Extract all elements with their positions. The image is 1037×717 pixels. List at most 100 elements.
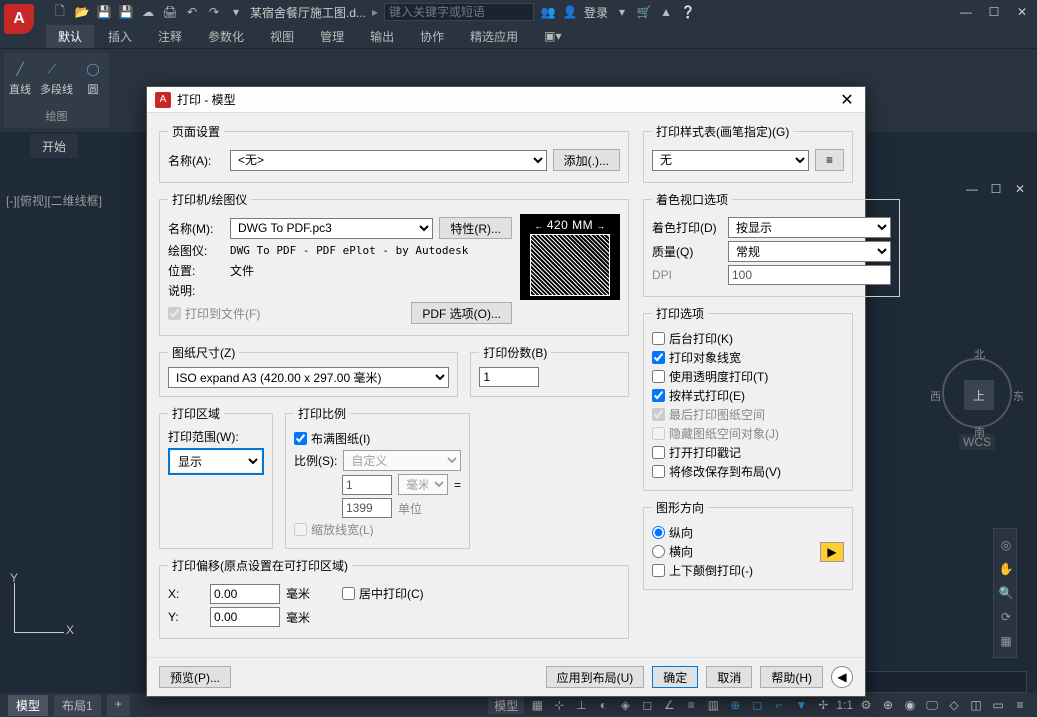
status-clean-icon[interactable]: ▭	[989, 696, 1007, 714]
save-icon[interactable]: 💾	[96, 4, 112, 20]
close-button[interactable]: ✕	[1013, 3, 1031, 21]
viewcube-north[interactable]: 北	[974, 346, 985, 362]
layout-tab-layout1[interactable]: 布局1	[54, 695, 101, 716]
xref-icon[interactable]: 👥	[540, 4, 556, 20]
preview-button[interactable]: 预览(P)...	[159, 666, 231, 688]
layout-tab-add[interactable]: +	[107, 695, 130, 716]
copies-input[interactable]	[479, 367, 539, 387]
status-gear-icon[interactable]: ⚙	[857, 696, 875, 714]
status-cycle-icon[interactable]: ⊕	[726, 696, 744, 714]
status-hw-icon[interactable]: ◇	[945, 696, 963, 714]
redo-icon[interactable]: ↷	[206, 4, 222, 20]
status-annoscale-icon[interactable]: ⊕	[879, 696, 897, 714]
style-edit-button[interactable]: ≡	[815, 149, 844, 171]
paper-size-select[interactable]: ISO expand A3 (420.00 x 297.00 毫米)	[168, 367, 449, 388]
printer-props-button[interactable]: 特性(R)...	[439, 217, 512, 239]
cloud-icon[interactable]: ☁	[140, 4, 156, 20]
viewcube-top[interactable]: 上	[964, 380, 994, 410]
page-add-button[interactable]: 添加(.)...	[553, 149, 620, 171]
tab-featured[interactable]: 精选应用	[458, 25, 530, 48]
apply-layout-button[interactable]: 应用到布局(U)	[546, 666, 645, 688]
center-plot-check[interactable]: 居中打印(C)	[342, 585, 424, 602]
status-grid-icon[interactable]: ▦	[528, 696, 546, 714]
help-icon[interactable]: ❔	[680, 4, 696, 20]
status-ortho-icon[interactable]: ⊥	[572, 696, 590, 714]
collapse-button[interactable]: ◀	[831, 666, 853, 688]
status-model-button[interactable]: 模型	[488, 696, 524, 714]
login-link[interactable]: 登录	[584, 4, 608, 21]
tab-insert[interactable]: 插入	[96, 25, 144, 48]
status-scale-label[interactable]: 1:1	[836, 698, 853, 712]
search-input[interactable]	[384, 3, 534, 21]
doc-close-button[interactable]: ✕	[1011, 180, 1029, 198]
shade-select[interactable]: 按显示	[728, 217, 891, 238]
viewcube-west[interactable]: 西	[930, 388, 941, 404]
status-iso-icon[interactable]: ◈	[616, 696, 634, 714]
tab-expand[interactable]: ▣▾	[532, 26, 573, 46]
view-label[interactable]: [-][俯视][二维线框]	[6, 192, 102, 209]
status-isolate-icon[interactable]: ◫	[967, 696, 985, 714]
status-monitor-icon[interactable]: 🖵	[923, 696, 941, 714]
landscape-radio[interactable]: 横向	[652, 543, 812, 560]
portrait-radio[interactable]: 纵向	[652, 524, 812, 541]
maximize-button[interactable]: ☐	[985, 3, 1003, 21]
nav-wheel-icon[interactable]: ◎	[994, 533, 1018, 557]
viewcube[interactable]: 上 北 东 南 西 WCS	[937, 358, 1017, 478]
plot-what-select[interactable]: 显示	[171, 451, 261, 472]
status-polar-icon[interactable]: ◐	[594, 696, 612, 714]
doc-maximize-button[interactable]: ☐	[987, 180, 1005, 198]
dialog-close-button[interactable]: ✕	[837, 90, 857, 110]
style-table-select[interactable]: 无	[652, 150, 809, 171]
appstore-icon[interactable]: 🛒	[636, 4, 652, 20]
styles-check[interactable]: 按样式打印(E)	[652, 387, 844, 404]
fit-to-paper-check[interactable]: 布满图纸(I)	[294, 430, 461, 447]
tab-annotate[interactable]: 注释	[146, 25, 194, 48]
lw-check[interactable]: 打印对象线宽	[652, 349, 844, 366]
tab-view[interactable]: 视图	[258, 25, 306, 48]
saveas-icon[interactable]: 💾	[118, 4, 134, 20]
viewcube-south[interactable]: 南	[974, 424, 985, 440]
tab-parametric[interactable]: 参数化	[196, 25, 256, 48]
open-icon[interactable]: 📂	[74, 4, 90, 20]
nav-zoom-icon[interactable]: 🔍	[994, 581, 1018, 605]
layout-tab-model[interactable]: 模型	[8, 695, 48, 716]
transparency-check[interactable]: 使用透明度打印(T)	[652, 368, 844, 385]
line-icon[interactable]: ╱	[8, 57, 32, 81]
help-button[interactable]: 帮助(H)	[760, 666, 823, 688]
page-name-select[interactable]: <无>	[230, 150, 547, 171]
tab-output[interactable]: 输出	[358, 25, 406, 48]
quality-select[interactable]: 常规	[728, 241, 891, 262]
status-gizmo-icon[interactable]: ✢	[814, 696, 832, 714]
status-lineweight-icon[interactable]: ≡	[682, 696, 700, 714]
status-transparency-icon[interactable]: ▥	[704, 696, 722, 714]
status-filter-icon[interactable]: ▼	[792, 696, 810, 714]
status-otrack-icon[interactable]: ∠	[660, 696, 678, 714]
viewcube-east[interactable]: 东	[1013, 388, 1024, 404]
doc-tab-start[interactable]: 开始	[30, 134, 78, 158]
tab-default[interactable]: 默认	[46, 25, 94, 48]
status-3dosnap-icon[interactable]: ◻	[748, 696, 766, 714]
circle-icon[interactable]: ◯	[81, 57, 105, 81]
plot-icon[interactable]: 🖨	[162, 4, 178, 20]
save-layout-check[interactable]: 将修改保存到布局(V)	[652, 463, 844, 480]
tab-collaborate[interactable]: 协作	[408, 25, 456, 48]
polyline-icon[interactable]: ⟋	[40, 57, 64, 81]
a360-icon[interactable]: ▲	[658, 4, 674, 20]
user-icon[interactable]: 👤	[562, 4, 578, 20]
dialog-titlebar[interactable]: A 打印 - 模型 ✕	[147, 87, 865, 113]
status-snap-icon[interactable]: ⊹	[550, 696, 568, 714]
nav-pan-icon[interactable]: ✋	[994, 557, 1018, 581]
pdf-options-button[interactable]: PDF 选项(O)...	[411, 302, 512, 324]
ok-button[interactable]: 确定	[652, 666, 698, 688]
status-workspace-icon[interactable]: ◉	[901, 696, 919, 714]
y-input[interactable]	[210, 607, 280, 627]
tab-manage[interactable]: 管理	[308, 25, 356, 48]
minimize-button[interactable]: —	[957, 3, 975, 21]
cancel-button[interactable]: 取消	[706, 666, 752, 688]
x-input[interactable]	[210, 584, 280, 604]
upside-check[interactable]: 上下颠倒打印(-)	[652, 562, 812, 579]
app-logo[interactable]: A	[4, 4, 34, 34]
status-dynucs-icon[interactable]: ⌐	[770, 696, 788, 714]
bg-plot-check[interactable]: 后台打印(K)	[652, 330, 844, 347]
undo-icon[interactable]: ↶	[184, 4, 200, 20]
